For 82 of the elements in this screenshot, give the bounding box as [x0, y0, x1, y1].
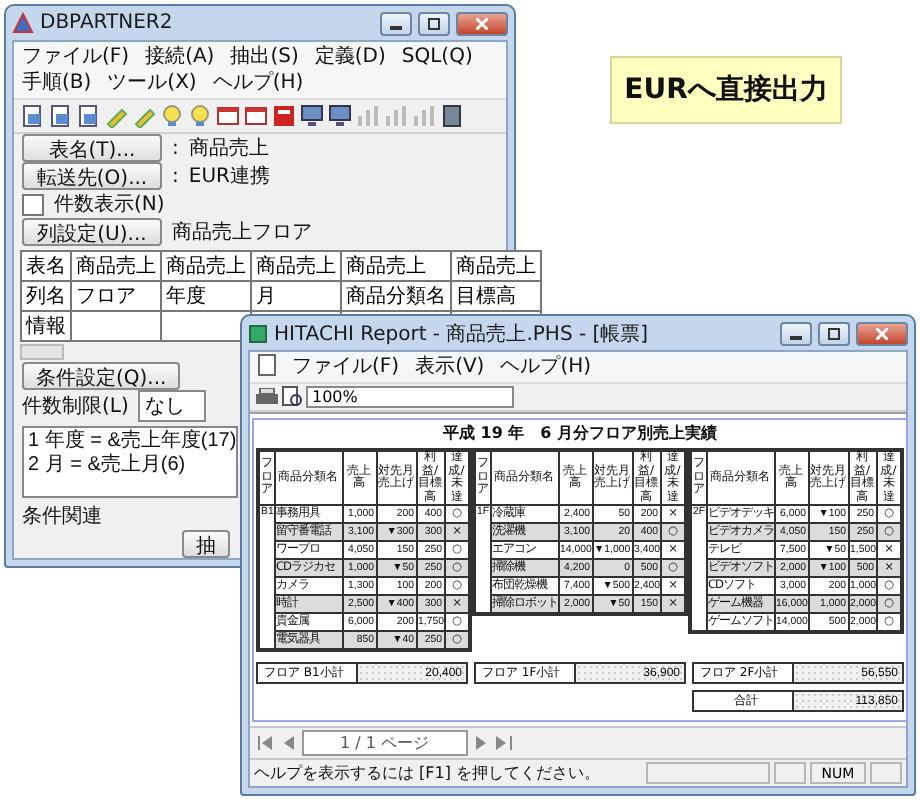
zoom-select[interactable]: 100% — [306, 386, 514, 408]
limit-label: 件数制限(L) — [22, 393, 129, 420]
page-field[interactable]: 1 / 1 ページ — [302, 730, 468, 756]
document-icon[interactable] — [76, 104, 100, 128]
column-value: 商品売上フロア — [172, 219, 312, 246]
printer-icon[interactable] — [256, 387, 278, 407]
menu-item[interactable]: 抽出(S) — [230, 44, 299, 70]
menu-item[interactable]: 定義(D) — [314, 44, 386, 70]
app-logo-icon — [12, 12, 34, 34]
maximize-button[interactable] — [418, 11, 450, 35]
menu-item[interactable]: SQL(Q) — [401, 44, 473, 70]
close-icon — [876, 327, 888, 339]
lightbulb-icon[interactable] — [160, 104, 184, 128]
monitor-icon[interactable] — [300, 104, 324, 128]
next-page-icon[interactable] — [475, 736, 488, 750]
table-cell: フロア — [71, 281, 161, 311]
menu-item[interactable]: 表示(V) — [415, 354, 485, 380]
checkbox-label: 件数表示(N) — [54, 191, 165, 218]
previous-page-icon[interactable] — [282, 736, 294, 750]
status-pane — [774, 762, 806, 784]
menu-item[interactable]: 手順(B) — [22, 70, 92, 96]
status-pane — [646, 762, 770, 784]
monitor-icon[interactable] — [328, 104, 352, 128]
row-header: 表名 — [21, 251, 71, 281]
menu-item[interactable]: ヘルプ(H) — [500, 354, 592, 380]
condition-line: 2 月 = &売上月(6) — [28, 453, 188, 478]
table-cell: 月 — [251, 281, 341, 311]
document-icon[interactable] — [20, 104, 44, 128]
menu-item[interactable]: ファイル(F) — [22, 44, 130, 70]
menu-item[interactable]: 接続(A) — [145, 44, 215, 70]
scrollbar[interactable] — [20, 344, 64, 360]
lightbulb-icon[interactable] — [188, 104, 212, 128]
table-cell: 商品売上 — [451, 251, 541, 281]
table-cell: 商品売上 — [161, 251, 251, 281]
window-icon[interactable] — [244, 104, 268, 128]
table-icon[interactable] — [272, 104, 296, 128]
field-value: EUR連携 — [188, 163, 270, 190]
condition-button[interactable]: 条件設定(Q)... — [22, 361, 181, 390]
menu-item[interactable]: ツール(X) — [107, 70, 197, 96]
column-settings-button[interactable]: 列設定(U)... — [22, 218, 162, 246]
field-button[interactable]: 転送先(O)... — [22, 162, 162, 190]
table-cell: 商品売上 — [251, 251, 341, 281]
last-page-icon[interactable] — [495, 736, 512, 750]
row-header: 列名 — [21, 281, 71, 311]
minimize-button[interactable] — [780, 321, 812, 345]
separator: : — [172, 165, 179, 187]
table-cell: 商品売上 — [71, 251, 161, 281]
checkbox[interactable] — [22, 193, 44, 215]
table-cell: 商品分類名 — [341, 281, 451, 311]
table-cell: 年度 — [161, 281, 251, 311]
status-text: ヘルプを表示するには [F1] を押してください。 — [254, 762, 603, 784]
table-cell: 目標高 — [451, 281, 541, 311]
field-button[interactable]: 表名(T)... — [22, 134, 162, 162]
limit-select[interactable]: なし — [138, 389, 207, 422]
report-logo-icon — [248, 323, 268, 343]
condition-list[interactable]: 1 年度 = &売上年度(17) 2 月 = &売上月(6) — [22, 425, 238, 498]
minimize-button[interactable] — [380, 11, 412, 35]
window-title: DBPARTNER2 — [40, 12, 175, 34]
document-icon[interactable] — [48, 104, 72, 128]
report-heading: 平成 19 年 6 月分フロア別売上実績 — [442, 424, 718, 444]
separator: : — [172, 137, 179, 159]
first-page-icon[interactable] — [258, 736, 274, 750]
maximize-icon — [428, 17, 440, 29]
book-icon[interactable] — [440, 104, 464, 128]
row-header: 情報 — [21, 311, 71, 341]
maximize-icon — [828, 327, 840, 339]
close-icon — [476, 17, 488, 29]
close-button[interactable] — [856, 321, 908, 345]
extract-button[interactable]: 抽 — [182, 530, 230, 558]
table-cell: 商品売上 — [341, 251, 451, 281]
section-label: 条件関連 — [22, 503, 102, 530]
status-pane — [870, 762, 902, 784]
window-icon[interactable] — [216, 104, 240, 128]
close-button[interactable] — [456, 11, 508, 35]
menu-item[interactable]: ヘルプ(H) — [212, 70, 304, 96]
preview-icon[interactable] — [282, 386, 302, 408]
callout-note: EURへ直接出力 — [610, 56, 842, 124]
window-title: HITACHI Report - 商品売上.PHS - [帳票] — [274, 321, 651, 347]
menu-item[interactable]: ファイル(F) — [292, 354, 400, 380]
maximize-button[interactable] — [818, 321, 850, 345]
condition-line: 1 年度 = &売上年度(17) — [28, 429, 232, 453]
field-value: 商品売上 — [188, 135, 269, 162]
